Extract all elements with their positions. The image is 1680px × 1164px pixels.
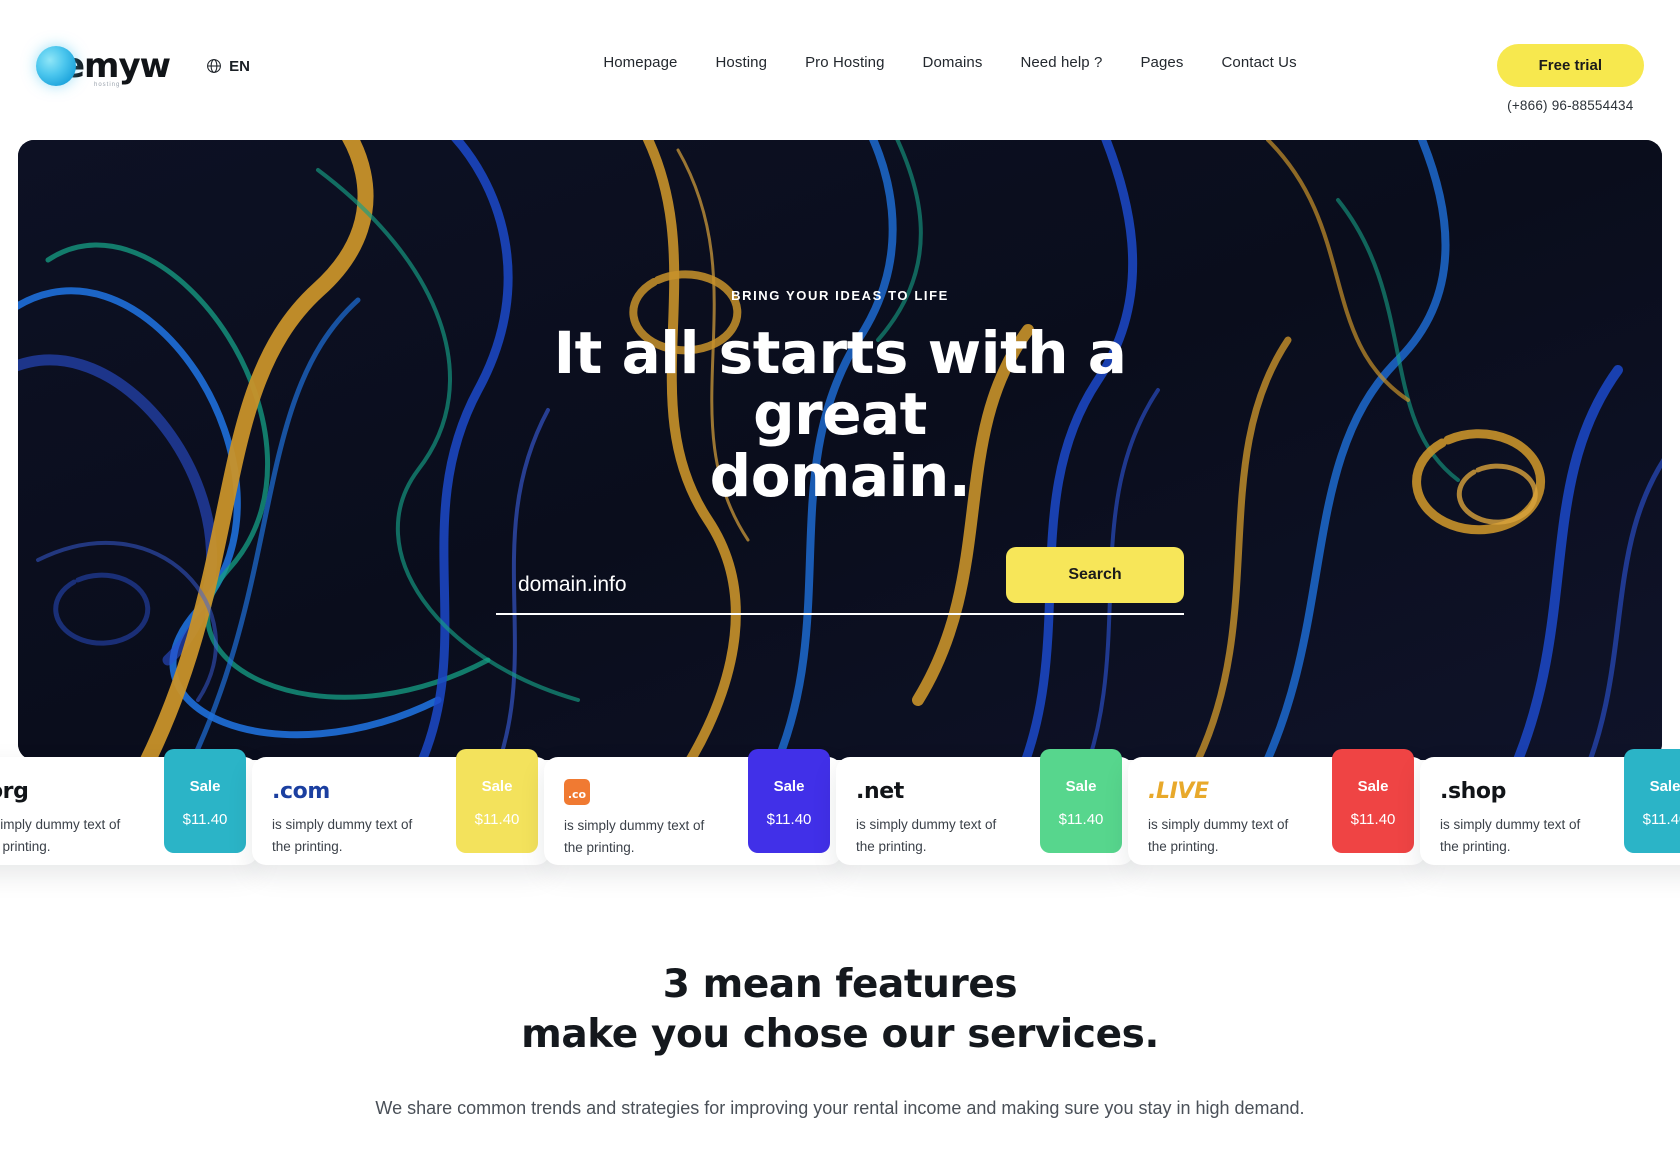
domain-card[interactable]: .LIVE is simply dummy text of the printi… <box>1128 749 1426 865</box>
domain-card[interactable]: .co is simply dummy text of the printing… <box>544 749 842 865</box>
page-root: emyw hosting EN Homepage Hosting Pro Hos… <box>0 0 1680 1164</box>
domain-sale-box[interactable]: Sale $11.40 <box>1332 749 1414 853</box>
domain-card-body: .com is simply dummy text of the printin… <box>252 757 456 865</box>
language-label: EN <box>229 57 250 75</box>
main-nav: Homepage Hosting Pro Hosting Domains Nee… <box>603 54 1296 71</box>
hero-section: BRING YOUR IDEAS TO LIFE It all starts w… <box>18 140 1662 760</box>
desc-line-2: the printing. <box>1148 838 1219 854</box>
desc-line-1: is simply dummy text of <box>856 817 997 832</box>
features-subtitle: We share common trends and strategies fo… <box>375 1097 1305 1118</box>
sale-badge: Sale <box>773 778 805 795</box>
desc-line-1: is simply dummy text of <box>1148 817 1289 832</box>
domain-price: $11.40 <box>1058 811 1104 828</box>
sale-badge: Sale <box>1649 778 1680 795</box>
features-title-line1: 3 mean features <box>662 962 1018 1007</box>
nav-item-need-help[interactable]: Need help ? <box>1020 54 1102 71</box>
domain-search-button[interactable]: Search <box>1006 547 1184 604</box>
free-trial-button[interactable]: Free trial <box>1496 44 1644 87</box>
desc-line-2: the printing. <box>856 838 927 854</box>
hero-title: It all starts with a great domain. <box>460 322 1220 510</box>
domain-sale-box[interactable]: Sale $11.40 <box>456 749 538 853</box>
header-actions: Free trial (+866) 96-88554434 <box>1496 44 1644 113</box>
desc-line-1: is simply dummy text of <box>0 817 121 832</box>
domain-sale-box[interactable]: Sale $11.40 <box>748 749 830 853</box>
nav-item-domains[interactable]: Domains <box>923 54 983 71</box>
domain-card-description: is simply dummy text of the printing. <box>564 815 724 859</box>
domain-card[interactable]: .org is simply dummy text of the printin… <box>0 749 258 865</box>
domain-tld-label: .org <box>0 779 29 804</box>
sale-badge: Sale <box>189 778 221 795</box>
domain-sale-box[interactable]: Sale $11.40 <box>164 749 246 853</box>
domain-card-body: .org is simply dummy text of the printin… <box>0 757 164 865</box>
hero-eyebrow: BRING YOUR IDEAS TO LIFE <box>731 288 949 303</box>
domain-card-description: is simply dummy text of the printing. <box>272 814 432 858</box>
nav-item-hosting[interactable]: Hosting <box>716 54 768 71</box>
features-section: 3 mean features make you chose our servi… <box>0 960 1680 1119</box>
domain-price: $11.40 <box>182 811 228 828</box>
domain-price-strip: .org is simply dummy text of the printin… <box>0 749 1680 867</box>
desc-line-2: the printing. <box>564 839 635 855</box>
domain-price: $11.40 <box>1642 811 1680 828</box>
domain-card-description: is simply dummy text of the printing. <box>1148 814 1308 858</box>
domain-tld-label: .co <box>564 779 590 805</box>
desc-line-2: the printing. <box>272 838 343 854</box>
nav-item-pages[interactable]: Pages <box>1140 54 1183 71</box>
nav-item-homepage[interactable]: Homepage <box>603 54 677 71</box>
nav-item-contact-us[interactable]: Contact Us <box>1221 54 1296 71</box>
domain-card-body: .LIVE is simply dummy text of the printi… <box>1128 757 1332 865</box>
hero-title-line2: domain. <box>709 441 971 510</box>
desc-line-2: the printing. <box>0 838 51 854</box>
domain-card-description: is simply dummy text of the printing. <box>0 814 140 858</box>
features-title-line2: make you chose our services. <box>521 1011 1159 1057</box>
domain-card-description: is simply dummy text of the printing. <box>1440 814 1600 858</box>
language-switcher[interactable]: EN <box>206 58 250 75</box>
logo[interactable]: emyw hosting <box>36 46 171 88</box>
sale-badge: Sale <box>1065 778 1097 795</box>
features-title: 3 mean features make you chose our servi… <box>521 960 1159 1060</box>
phone-number[interactable]: (+866) 96-88554434 <box>1507 98 1633 113</box>
domain-cards-carousel[interactable]: .org is simply dummy text of the printin… <box>0 749 1680 865</box>
domain-card[interactable]: .net is simply dummy text of the printin… <box>836 749 1134 865</box>
domain-price: $11.40 <box>1350 811 1396 828</box>
desc-line-1: is simply dummy text of <box>564 818 705 833</box>
sale-badge: Sale <box>1357 778 1389 795</box>
domain-search-bar: Search <box>496 547 1184 616</box>
domain-card[interactable]: .shop is simply dummy text of the printi… <box>1420 749 1680 865</box>
domain-price: $11.40 <box>766 811 812 828</box>
globe-icon <box>207 59 221 73</box>
domain-card-body: .co is simply dummy text of the printing… <box>544 757 748 865</box>
logo-subtext: hosting <box>94 82 121 88</box>
domain-tld-label: .LIVE <box>1148 779 1209 804</box>
domain-tld-label: .net <box>856 779 904 804</box>
domain-card-body: .net is simply dummy text of the printin… <box>836 757 1040 865</box>
nav-item-pro-hosting[interactable]: Pro Hosting <box>805 54 884 71</box>
domain-card-body: .shop is simply dummy text of the printi… <box>1420 757 1624 865</box>
domain-card[interactable]: .com is simply dummy text of the printin… <box>252 749 550 865</box>
domain-tld-label: .shop <box>1440 779 1506 804</box>
site-header: emyw hosting EN Homepage Hosting Pro Hos… <box>0 0 1680 140</box>
logo-orb-icon <box>36 46 76 86</box>
desc-line-1: is simply dummy text of <box>272 817 413 832</box>
desc-line-2: the printing. <box>1440 838 1511 854</box>
domain-tld-label: .com <box>272 779 330 804</box>
brand-area: emyw hosting EN <box>36 46 250 88</box>
hero-content: BRING YOUR IDEAS TO LIFE It all starts w… <box>18 140 1662 760</box>
domain-sale-box[interactable]: Sale $11.40 <box>1624 749 1680 853</box>
desc-line-1: is simply dummy text of <box>1440 817 1581 832</box>
sale-badge: Sale <box>481 778 513 795</box>
domain-price: $11.40 <box>474 811 520 828</box>
domain-sale-box[interactable]: Sale $11.40 <box>1040 749 1122 853</box>
logo-wordmark: emyw <box>62 46 171 86</box>
domain-card-description: is simply dummy text of the printing. <box>856 814 1016 858</box>
hero-title-line1: It all starts with a great <box>553 319 1127 449</box>
